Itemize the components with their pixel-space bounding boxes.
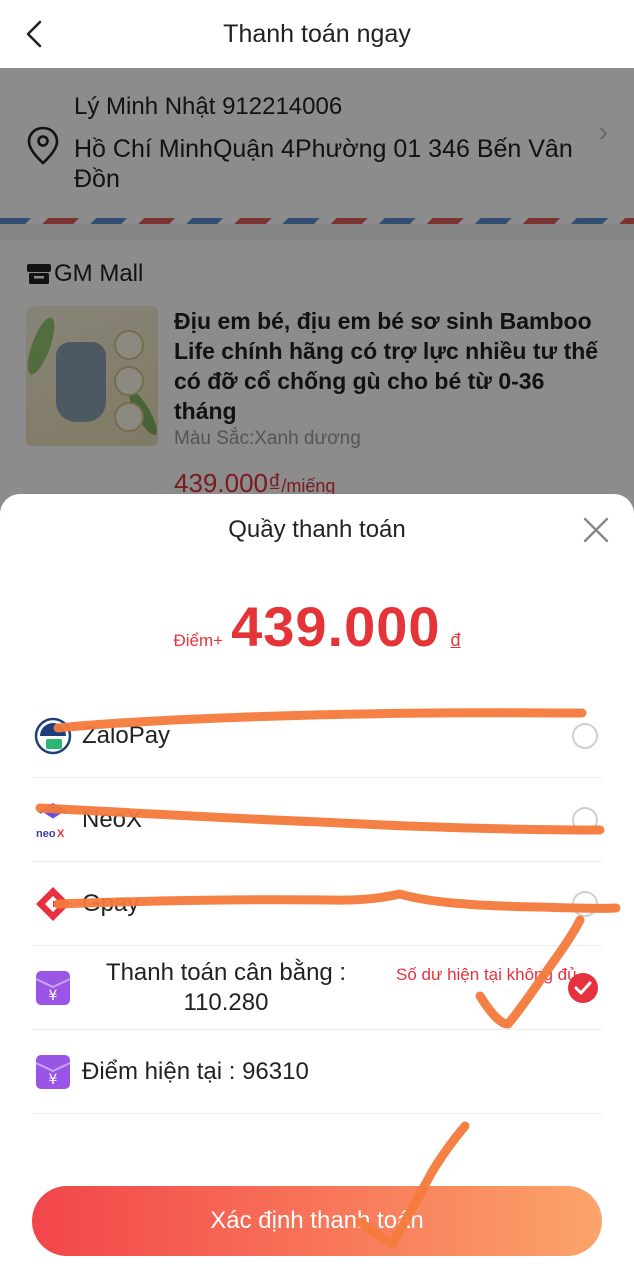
payment-amount: Điểm+ 439.000 đ: [0, 594, 634, 659]
method-zalopay[interactable]: ZaloPay: [32, 694, 602, 778]
confirm-payment-button[interactable]: Xác định thanh toán: [32, 1186, 602, 1256]
payment-sheet: Quầy thanh toán Điểm+ 439.000 đ ZaloPay …: [0, 494, 634, 1280]
wallet-icon: ¥: [35, 1054, 71, 1089]
top-nav-bar: Thanh toán ngay: [0, 0, 634, 68]
amount-currency: đ: [450, 630, 461, 650]
wallet-icon: ¥: [35, 970, 71, 1005]
method-label: ZaloPay: [82, 721, 171, 749]
method-gpay[interactable]: Gpay: [32, 862, 602, 946]
method-label: Gpay: [82, 889, 140, 917]
svg-text:X: X: [57, 828, 65, 839]
check-icon: [574, 981, 592, 995]
close-icon: [583, 517, 609, 543]
page-title: Thanh toán ngay: [223, 19, 411, 48]
radio-balance-selected[interactable]: [568, 973, 598, 1003]
radio-neox[interactable]: [572, 807, 598, 833]
zalopay-icon: [34, 717, 72, 754]
svg-text:¥: ¥: [49, 988, 58, 1004]
svg-text:¥: ¥: [49, 1072, 58, 1088]
method-label: Điểm hiện tại : 96310: [82, 1057, 309, 1085]
radio-zalopay[interactable]: [572, 723, 598, 749]
method-neox[interactable]: neo X NeoX: [32, 778, 602, 862]
radio-gpay[interactable]: [572, 891, 598, 917]
method-balance[interactable]: ¥ Thanh toán cân bằng : 110.280 Số dư hi…: [32, 946, 602, 1030]
method-points: ¥ Điểm hiện tại : 96310: [32, 1030, 602, 1114]
amount-prefix: Điểm+: [173, 631, 224, 650]
close-button[interactable]: [580, 514, 612, 546]
payment-methods-list: ZaloPay neo X NeoX Gpay ¥ Thanh toán cân…: [32, 694, 602, 1114]
amount-value: 439.000: [231, 595, 441, 658]
insufficient-balance-warning: Số dư hiện tại không đủ: [396, 965, 577, 984]
method-label: Thanh toán cân bằng : 110.280: [105, 958, 347, 1016]
gpay-icon: [36, 886, 70, 921]
sheet-title: Quầy thanh toán: [228, 516, 406, 543]
chevron-left-icon: [26, 20, 42, 48]
neox-icon: neo X: [36, 802, 68, 839]
svg-text:neo: neo: [36, 828, 56, 839]
back-button[interactable]: [18, 18, 50, 50]
method-label: NeoX: [82, 805, 143, 833]
